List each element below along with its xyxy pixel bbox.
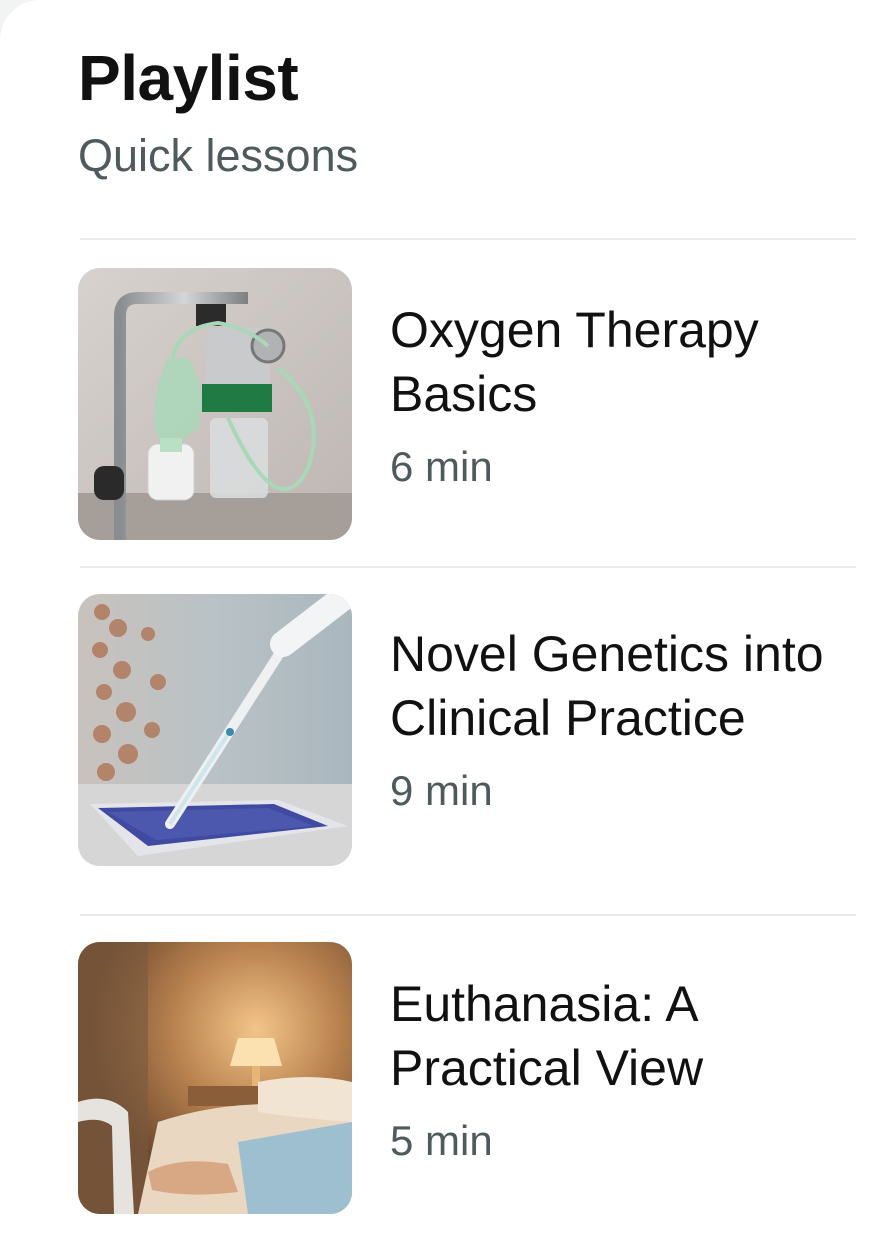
page-subtitle: Quick lessons [78,130,359,181]
pipette-dna-thumbnail [78,594,352,866]
lesson-thumbnail[interactable] [78,942,352,1214]
lesson-item-oxygen-therapy[interactable]: Oxygen Therapy Basics 6 min [78,268,858,540]
lesson-title[interactable]: Oxygen Therapy Basics [390,298,860,426]
bedside-lamp-thumbnail [78,942,352,1214]
playlist-card: Playlist Quick lessons Oxygen Therapy Ba… [0,0,883,1256]
lesson-duration: 5 min [390,1117,493,1164]
playlist-header: Playlist Quick lessons [78,40,358,184]
lesson-thumbnail[interactable] [78,594,352,866]
divider [80,238,856,240]
lesson-item-euthanasia[interactable]: Euthanasia: A Practical View 5 min [78,942,858,1214]
lesson-item-novel-genetics[interactable]: Novel Genetics into Clinical Practice 9 … [78,594,858,866]
lesson-title[interactable]: Novel Genetics into Clinical Practice [390,622,860,750]
lesson-info: Euthanasia: A Practical View 5 min [390,972,860,1168]
page-title: Playlist [78,42,299,114]
divider [80,914,856,916]
lesson-duration: 6 min [390,443,493,490]
lesson-info: Oxygen Therapy Basics 6 min [390,298,860,494]
oxygen-mask-thumbnail [78,268,352,540]
lesson-title[interactable]: Euthanasia: A Practical View [390,972,860,1100]
divider [80,566,856,568]
lesson-duration: 9 min [390,767,493,814]
lesson-info: Novel Genetics into Clinical Practice 9 … [390,622,860,818]
lesson-thumbnail[interactable] [78,268,352,540]
